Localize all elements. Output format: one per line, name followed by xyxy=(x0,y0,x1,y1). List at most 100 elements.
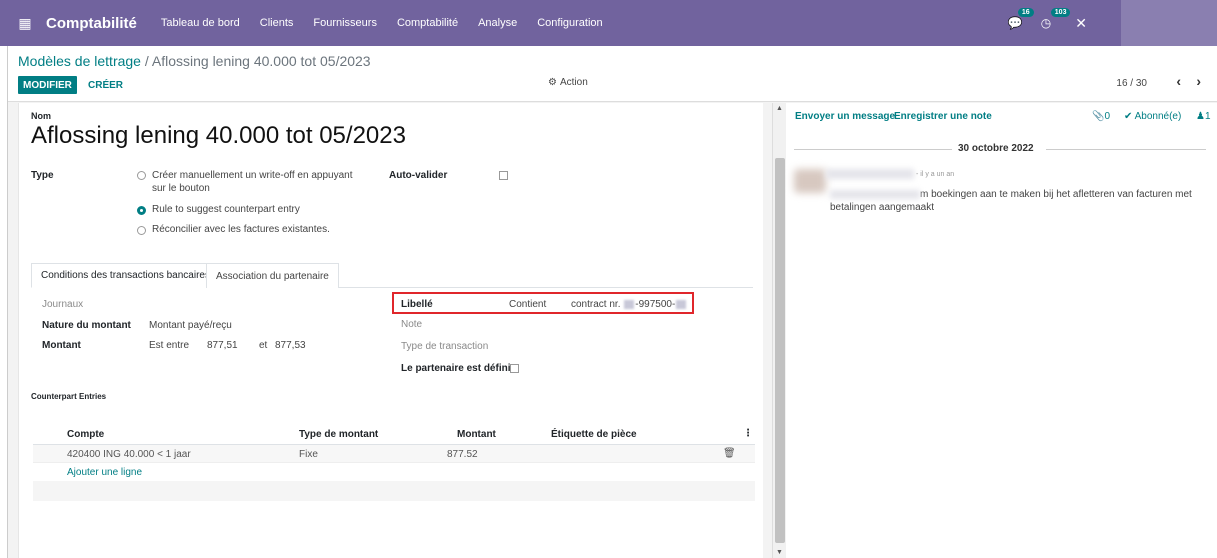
top-navbar: ▦ Comptabilité Tableau de bord Clients F… xyxy=(0,0,1217,46)
auto-validate-checkbox[interactable] xyxy=(499,171,508,180)
date-separator-text: 30 octobre 2022 xyxy=(958,143,1034,154)
add-line-row: Ajouter une ligne xyxy=(33,463,755,481)
create-button[interactable]: CRÉER xyxy=(84,76,127,94)
followers-button[interactable]: ♟1 xyxy=(1196,111,1211,122)
amount-max-prefix: et xyxy=(259,340,268,351)
gear-icon: ⚙ xyxy=(548,77,557,88)
note-label: Note xyxy=(401,319,423,330)
menu-accounting[interactable]: Comptabilité xyxy=(387,17,468,29)
menu-reporting[interactable]: Analyse xyxy=(468,17,527,29)
amount-min[interactable]: 877,51 xyxy=(207,340,238,351)
message-redacted xyxy=(830,189,920,199)
row-amount-type[interactable]: Fixe xyxy=(299,449,318,460)
add-line-link[interactable]: Ajouter une ligne xyxy=(67,467,142,478)
column-options-icon[interactable]: ⋮ xyxy=(743,428,753,439)
partner-defined-checkbox[interactable] xyxy=(510,364,519,373)
row-account[interactable]: 420400 ING 40.000 < 1 jaar xyxy=(67,449,191,460)
table-empty-row xyxy=(33,481,755,501)
message-author-name[interactable] xyxy=(826,169,914,179)
breadcrumb-parent[interactable]: Modèles de lettrage xyxy=(18,53,141,69)
activity-badge: 103 xyxy=(1050,8,1071,17)
message-author-avatar[interactable] xyxy=(794,169,826,193)
amount-nature-label: Nature du montant xyxy=(42,320,131,331)
partner-defined-label: Le partenaire est défini xyxy=(401,363,511,374)
radio-suggest[interactable] xyxy=(137,206,146,215)
menu-dashboard[interactable]: Tableau de bord xyxy=(151,17,250,29)
redacted-chip-end xyxy=(676,299,687,309)
amount-nature-value[interactable]: Montant payé/reçu xyxy=(149,320,232,331)
follow-label: Abonné(e) xyxy=(1134,111,1182,122)
radio-reconcile[interactable] xyxy=(137,226,146,235)
header-account[interactable]: Compte xyxy=(67,429,104,440)
type-option-reconcile[interactable]: Réconcilier avec les factures existantes… xyxy=(137,224,330,235)
journals-label: Journaux xyxy=(42,299,84,310)
pager-next-icon[interactable]: › xyxy=(1196,73,1201,89)
action-dropdown[interactable]: ⚙ Action xyxy=(548,77,588,88)
follow-button[interactable]: ✔ Abonné(e) xyxy=(1124,111,1181,122)
message-body: m boekingen aan te maken bij het aflette… xyxy=(830,188,1210,214)
label-value-prefix: contract nr. xyxy=(571,299,624,310)
type-option-manual[interactable]: Créer manuellement un write-off en appuy… xyxy=(137,169,362,195)
date-separator: 30 octobre 2022 xyxy=(786,143,1217,155)
amount-condition[interactable]: Est entre xyxy=(149,340,189,351)
menu-customers[interactable]: Clients xyxy=(250,17,304,29)
edit-button[interactable]: MODIFIER xyxy=(18,76,77,94)
message-time: - il y a un an xyxy=(916,171,955,178)
paperclip-icon: 📎 xyxy=(1092,111,1105,122)
send-message-button[interactable]: Envoyer un message xyxy=(795,111,895,122)
type-option-suggest-label: Rule to suggest counterpart entry xyxy=(152,204,300,215)
type-option-reconcile-label: Réconcilier avec les factures existantes… xyxy=(152,224,330,235)
followers-count: 1 xyxy=(1204,111,1211,122)
app-name[interactable]: Comptabilité xyxy=(46,15,137,32)
table-header: Compte Type de montant Montant Étiquette… xyxy=(33,423,755,445)
type-option-manual-label: Créer manuellement un write-off en appuy… xyxy=(152,170,353,194)
date-separator-line-left xyxy=(794,149,952,150)
close-icon[interactable]: ✕ xyxy=(1075,15,1087,32)
user-avatar[interactable] xyxy=(1121,0,1217,46)
label-field-label: Libellé xyxy=(401,299,433,310)
label-value-suffix: -997500- xyxy=(635,299,676,310)
scroll-up-icon[interactable]: ▲ xyxy=(776,105,783,112)
counterpart-title: Counterpart Entries xyxy=(31,392,107,401)
apps-menu-icon[interactable]: ▦ xyxy=(10,15,40,32)
redacted-chip xyxy=(624,299,635,309)
chatter-panel: Envoyer un message Enregistrer une note … xyxy=(786,103,1217,558)
messaging-badge: 16 xyxy=(1017,8,1034,17)
header-amount-type[interactable]: Type de montant xyxy=(299,429,378,440)
header-amount[interactable]: Montant xyxy=(457,429,496,440)
table-row[interactable]: 420400 ING 40.000 < 1 jaar Fixe 877.52 🗑 xyxy=(33,445,755,463)
breadcrumb-separator: / xyxy=(140,53,152,69)
date-separator-line-right xyxy=(1046,149,1206,150)
log-note-button[interactable]: Enregistrer une note xyxy=(894,111,992,122)
transaction-type-label: Type de transaction xyxy=(401,341,489,352)
scrollbar-thumb[interactable] xyxy=(775,158,785,543)
scroll-down-icon[interactable]: ▼ xyxy=(776,549,783,556)
type-label: Type xyxy=(31,170,54,181)
label-condition[interactable]: Contient xyxy=(509,299,546,310)
type-option-suggest[interactable]: Rule to suggest counterpart entry xyxy=(137,204,300,215)
tab-bank-conditions[interactable]: Conditions des transactions bancaires xyxy=(31,263,220,288)
record-title[interactable]: Aflossing lening 40.000 tot 05/2023 xyxy=(31,122,406,150)
form-sheet: Nom Aflossing lening 40.000 tot 05/2023 … xyxy=(18,103,763,558)
radio-manual[interactable] xyxy=(137,171,146,180)
messaging-icon[interactable]: 💬 16 xyxy=(1008,8,1034,30)
check-icon: ✔ xyxy=(1124,111,1135,122)
left-edge xyxy=(0,46,8,558)
label-value[interactable]: contract nr. -997500- xyxy=(571,299,687,310)
form-scrollbar[interactable]: ▲ ▼ xyxy=(772,103,786,558)
name-label: Nom xyxy=(31,111,51,121)
header-entry-label[interactable]: Étiquette de pièce xyxy=(551,429,637,440)
attachments-button[interactable]: 📎0 xyxy=(1092,111,1110,122)
menu-vendors[interactable]: Fournisseurs xyxy=(303,17,387,29)
control-panel: Modèles de lettrage / Aflossing lening 4… xyxy=(8,46,1217,102)
tab-partner-mapping[interactable]: Association du partenaire xyxy=(206,263,339,288)
activity-clock-icon[interactable]: ◷ 103 xyxy=(1041,8,1071,30)
breadcrumb-current: Aflossing lening 40.000 tot 05/2023 xyxy=(151,53,371,69)
row-amount[interactable]: 877.52 xyxy=(447,449,478,460)
pager-value[interactable]: 16 / 30 xyxy=(1116,78,1147,89)
menu-configuration[interactable]: Configuration xyxy=(527,17,612,29)
amount-max[interactable]: 877,53 xyxy=(275,340,306,351)
pager-previous-icon[interactable]: ‹ xyxy=(1176,73,1181,89)
amount-label: Montant xyxy=(42,340,81,351)
trash-icon[interactable]: 🗑 xyxy=(723,448,736,459)
